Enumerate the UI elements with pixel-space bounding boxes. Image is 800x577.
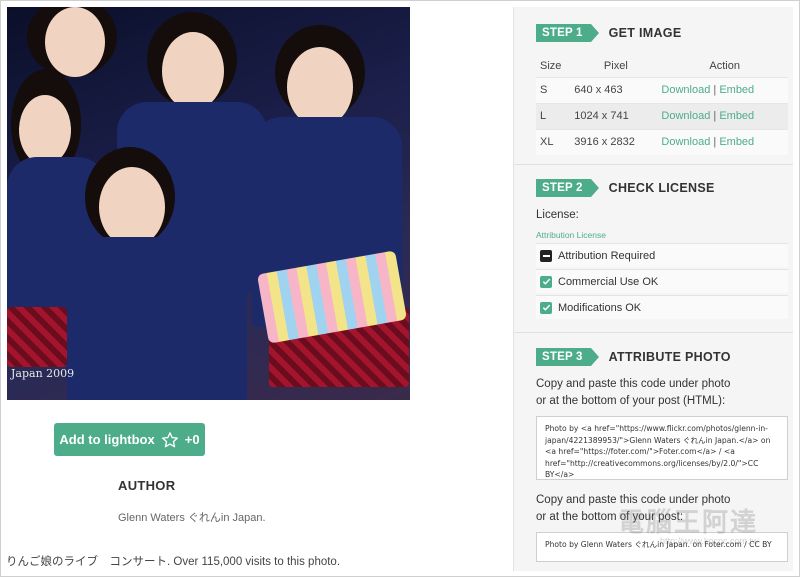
- embed-link[interactable]: Embed: [719, 110, 754, 122]
- instruction-line: Copy and paste this code under photo: [536, 378, 731, 390]
- step3-badge: STEP 3: [536, 348, 599, 366]
- author-name[interactable]: Glenn Waters ぐれんin Japan.: [118, 509, 266, 525]
- size-cell: S: [536, 76, 571, 103]
- license-item-modifications: Modifications OK: [536, 295, 788, 319]
- license-item-commercial: Commercial Use OK: [536, 269, 788, 293]
- step2-header: STEP 2 CHECK LICENSE: [536, 179, 715, 197]
- html-code-box[interactable]: Photo by <a href="https://www.flickr.com…: [536, 416, 788, 480]
- table-row: L 1024 x 741 Download | Embed: [536, 102, 788, 129]
- license-item-label: Commercial Use OK: [558, 275, 659, 288]
- col-size: Size: [540, 59, 562, 72]
- pixel-cell: 1024 x 741: [570, 102, 658, 129]
- license-item-label: Attribution Required: [558, 249, 656, 262]
- embed-link[interactable]: Embed: [719, 136, 754, 148]
- action-cell: Download | Embed: [657, 76, 788, 103]
- check-icon: [540, 275, 552, 288]
- image-size-table: Size Pixel Action S 640 x 463 Download |…: [536, 55, 788, 155]
- license-link[interactable]: Attribution License: [536, 230, 606, 240]
- action-cell: Download | Embed: [657, 128, 788, 155]
- step2-title: CHECK LICENSE: [608, 181, 715, 195]
- pixel-cell: 640 x 463: [570, 76, 658, 103]
- step3-title: ATTRIBUTE PHOTO: [608, 350, 731, 364]
- license-item-label: Modifications OK: [558, 301, 642, 314]
- watermark-logo: 電腦王阿達: [618, 508, 759, 538]
- check-icon: [540, 301, 552, 314]
- photo-caption: Japan 2009: [11, 367, 75, 380]
- section-divider: [514, 164, 793, 165]
- action-cell: Download | Embed: [657, 102, 788, 129]
- step1-badge: STEP 1: [536, 24, 599, 42]
- lightbox-label: Add to lightbox: [59, 432, 155, 447]
- size-cell: XL: [536, 128, 571, 155]
- col-pixel: Pixel: [603, 59, 628, 72]
- separator: |: [713, 136, 717, 149]
- license-label: License:: [536, 209, 579, 221]
- separator: |: [713, 84, 717, 96]
- step2-badge: STEP 2: [536, 179, 599, 197]
- lightbox-count: +0: [184, 432, 200, 447]
- star-icon: [161, 431, 178, 447]
- author-heading: AUTHOR: [118, 478, 176, 493]
- step1-title: GET IMAGE: [608, 26, 682, 40]
- download-link[interactable]: Download: [661, 84, 710, 96]
- instruction-line: or at the bottom of your post (HTML):: [536, 395, 726, 407]
- download-link[interactable]: Download: [661, 110, 710, 122]
- photo-description: りんご娘のライブ コンサート. Over 115,000 visits to t…: [6, 556, 341, 568]
- separator: |: [713, 110, 717, 122]
- section-divider: [514, 332, 793, 333]
- col-action: Action: [709, 59, 740, 72]
- minus-checkbox-icon: [540, 249, 552, 262]
- add-to-lightbox-button[interactable]: Add to lightbox +0: [54, 423, 205, 456]
- download-link[interactable]: Download: [661, 136, 710, 148]
- html-instruction: Copy and paste this code under photo or …: [536, 376, 730, 410]
- embed-link[interactable]: Embed: [719, 84, 754, 96]
- size-cell: L: [536, 102, 571, 129]
- watermark-url: http://www.kocpc.com.tw: [660, 536, 759, 546]
- license-item-attribution: Attribution Required: [536, 243, 788, 267]
- table-row: S 640 x 463 Download | Embed: [536, 76, 788, 103]
- main-photo[interactable]: Japan 2009: [7, 7, 410, 400]
- download-panel: STEP 1 GET IMAGE Size Pixel Action S 640…: [513, 7, 793, 571]
- step1-header: STEP 1 GET IMAGE: [536, 24, 681, 42]
- table-row: XL 3916 x 2832 Download | Embed: [536, 128, 788, 155]
- step3-header: STEP 3 ATTRIBUTE PHOTO: [536, 348, 731, 366]
- pixel-cell: 3916 x 2832: [570, 128, 658, 155]
